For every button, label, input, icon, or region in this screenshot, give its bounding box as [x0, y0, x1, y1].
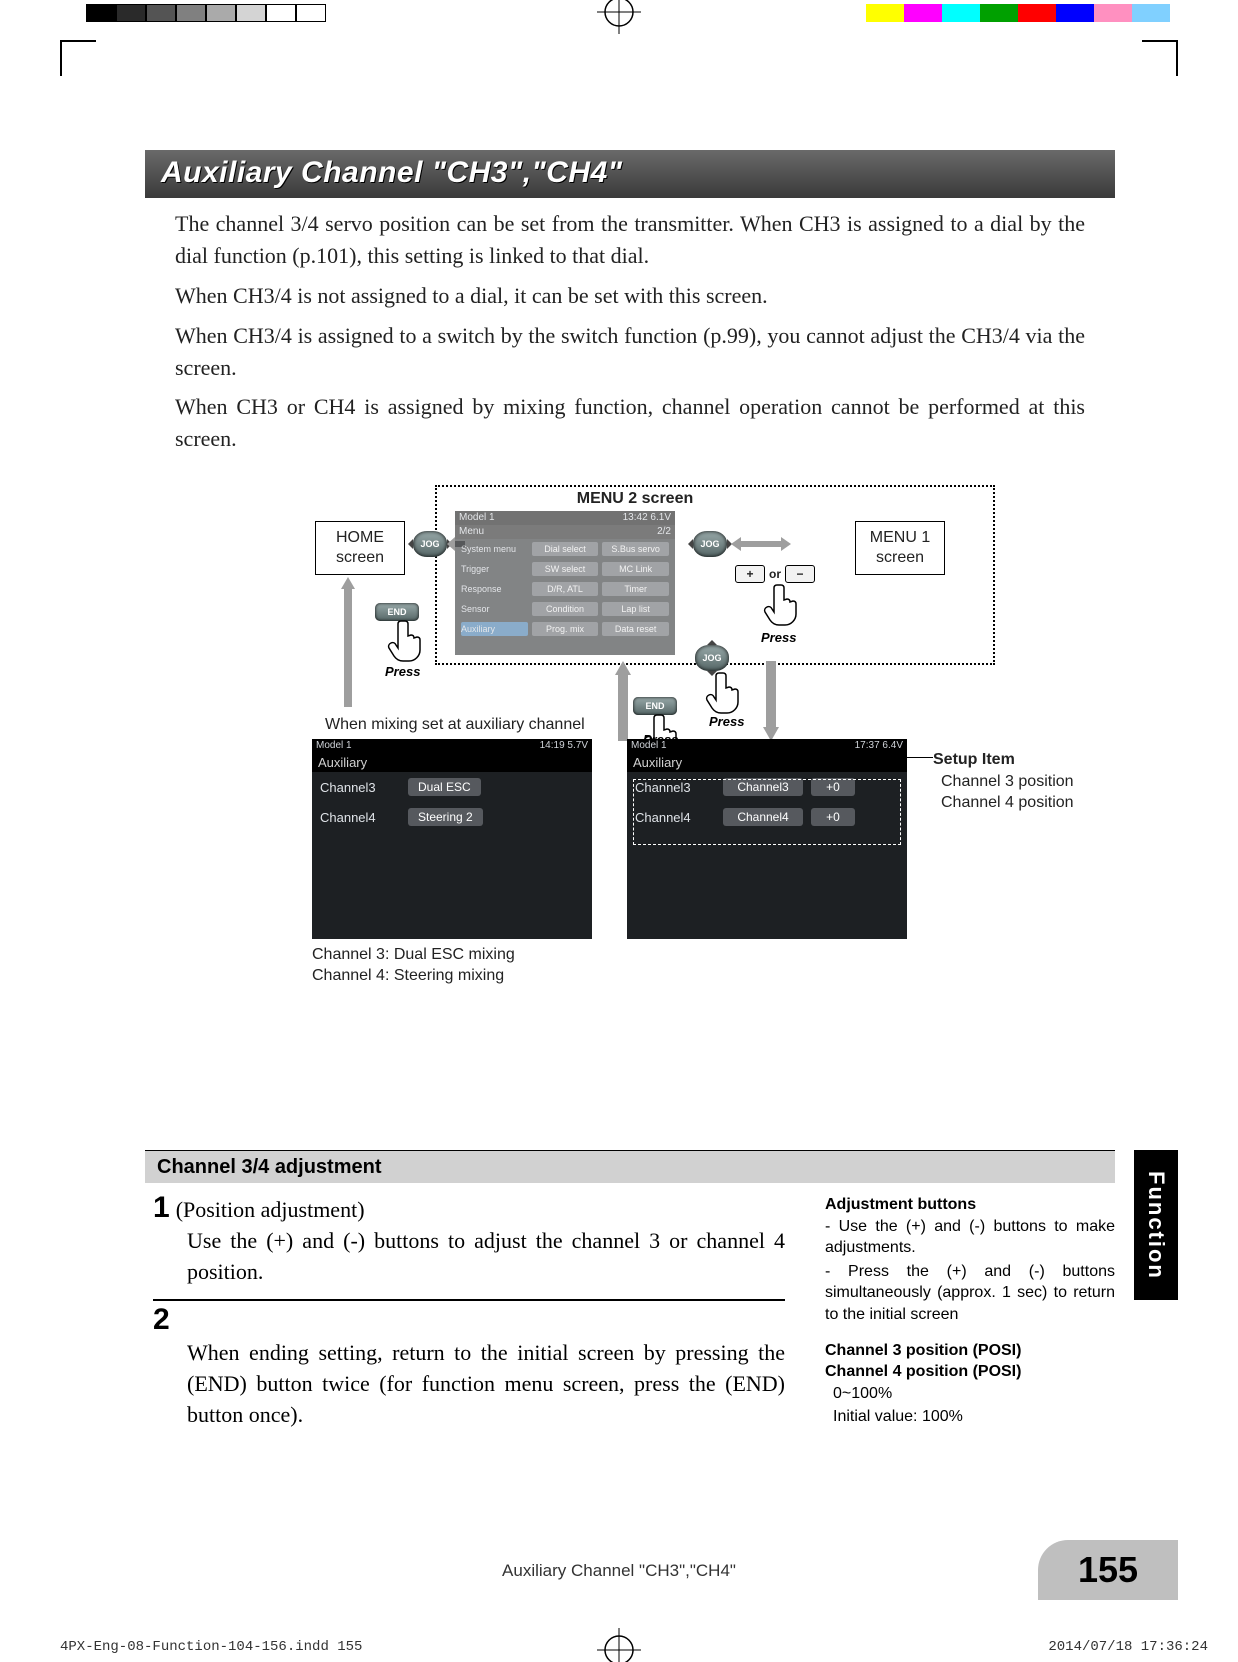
- menu2-lcd-screen: Model 113:42 6.1V Menu2/2 System menuDia…: [455, 511, 675, 655]
- lcd-page: 2/2: [657, 527, 671, 537]
- intro-paragraph: When CH3/4 is assigned to a switch by th…: [175, 320, 1085, 384]
- setup-item-head: Setup Item: [933, 751, 1015, 768]
- lcd-title: Auxiliary: [627, 753, 907, 772]
- hand-press-icon: [705, 669, 745, 717]
- leader-line: [905, 757, 933, 758]
- or-label: or: [769, 567, 781, 581]
- mixing-notes: Channel 3: Dual ESC mixingChannel 4: Ste…: [312, 945, 515, 987]
- hand-press-icon: [763, 581, 803, 629]
- lcd-status: 13:42 6.1V: [623, 513, 671, 523]
- notes-head: Channel 3 position (POSI): [825, 1340, 1115, 1362]
- lcd-model: Model 1: [631, 741, 667, 751]
- setup-item-line: Channel 4 position: [941, 792, 1074, 814]
- notes-head: Adjustment buttons: [825, 1194, 1115, 1216]
- page-number-tab: 155: [1038, 1540, 1178, 1600]
- menu2-label: MENU 2 screen: [535, 491, 735, 507]
- intro-paragraph: When CH3 or CH4 is assigned by mixing fu…: [175, 391, 1085, 455]
- section-title: Auxiliary Channel "CH3","CH4": [145, 150, 1115, 198]
- aux-lcd-position: Model 117:37 6.4V Auxiliary Channel3Chan…: [627, 739, 907, 939]
- jog-dial-icon: JOG: [693, 531, 727, 557]
- plus-button-icon: +: [735, 565, 765, 583]
- section-side-tab: Function: [1134, 1150, 1178, 1300]
- intro-paragraph: When CH3/4 is not assigned to a dial, it…: [175, 280, 1085, 312]
- up-arrow: [615, 661, 631, 741]
- printer-registration: [0, 0, 1238, 26]
- step: 1(Position adjustment)Use the (+) and (-…: [153, 1189, 785, 1301]
- crop-mark: [60, 40, 96, 76]
- notes-head: Channel 4 position (POSI): [825, 1361, 1115, 1383]
- slug-file: 4PX-Eng-08-Function-104-156.indd 155: [60, 1640, 362, 1654]
- down-arrow: [763, 661, 779, 741]
- return-arrow: [341, 577, 355, 707]
- hand-press-icon: [387, 617, 427, 665]
- lcd-status: 17:37 6.4V: [855, 741, 903, 751]
- setup-item-block: Setup Item Channel 3 position Channel 4 …: [933, 749, 1074, 814]
- lcd-title: Menu: [459, 527, 484, 537]
- lcd-model: Model 1: [459, 513, 495, 523]
- navigation-diagram: MENU 2 screen HOME screen MENU 1 screen …: [175, 485, 1115, 1055]
- aux-lcd-mixing: Model 114:19 5.7V Auxiliary Channel3Dual…: [312, 739, 592, 939]
- adjustment-notes: Adjustment buttons - Use the (+) and (-)…: [825, 1194, 1115, 1430]
- lcd-status: 14:19 5.7V: [540, 741, 588, 751]
- press-label: Press: [385, 665, 420, 678]
- crop-mark: [1142, 40, 1178, 76]
- page: Auxiliary Channel "CH3","CH4" The channe…: [0, 0, 1238, 1662]
- press-label: Press: [761, 631, 796, 644]
- page-number: 155: [1078, 1552, 1138, 1588]
- slug-timestamp: 2014/07/18 17:36:24: [1048, 1640, 1208, 1654]
- setup-item-line: Channel 3 position: [941, 771, 1074, 793]
- intro-paragraphs: The channel 3/4 servo position can be se…: [175, 208, 1085, 455]
- imposition-slug: 4PX-Eng-08-Function-104-156.indd 155 201…: [60, 1640, 1208, 1654]
- jog-dial-icon: JOG: [413, 531, 447, 557]
- setup-highlight-box: [633, 779, 901, 845]
- notes-line: Initial value: 100%: [833, 1406, 1115, 1428]
- notes-line: 0~100%: [833, 1383, 1115, 1405]
- notes-line: - Press the (+) and (-) buttons simultan…: [825, 1261, 1115, 1326]
- press-label: Press: [709, 715, 744, 728]
- adjustment-heading: Channel 3/4 adjustment: [145, 1150, 1115, 1183]
- adjustment-steps: 1(Position adjustment)Use the (+) and (-…: [145, 1183, 785, 1443]
- intro-paragraph: The channel 3/4 servo position can be se…: [175, 208, 1085, 272]
- registration-mark-top: [597, 0, 641, 34]
- gray-step-wedge: [86, 4, 326, 22]
- menu1-screen-box: MENU 1 screen: [855, 521, 945, 575]
- double-arrow-icon: [731, 537, 791, 551]
- adjustment-section: Channel 3/4 adjustment 1(Position adjust…: [145, 1150, 1115, 1443]
- lcd-model: Model 1: [316, 741, 352, 751]
- step: 2When ending setting, return to the init…: [153, 1301, 785, 1442]
- lcd-title: Auxiliary: [312, 753, 592, 772]
- page-body: Auxiliary Channel "CH3","CH4" The channe…: [145, 150, 1115, 1055]
- jog-dial-icon: JOG: [695, 645, 729, 671]
- mixing-caption: When mixing set at auxiliary channel: [325, 717, 585, 733]
- color-bars: [866, 4, 1208, 22]
- home-screen-box: HOME screen: [315, 521, 405, 575]
- notes-line: - Use the (+) and (-) buttons to make ad…: [825, 1216, 1115, 1259]
